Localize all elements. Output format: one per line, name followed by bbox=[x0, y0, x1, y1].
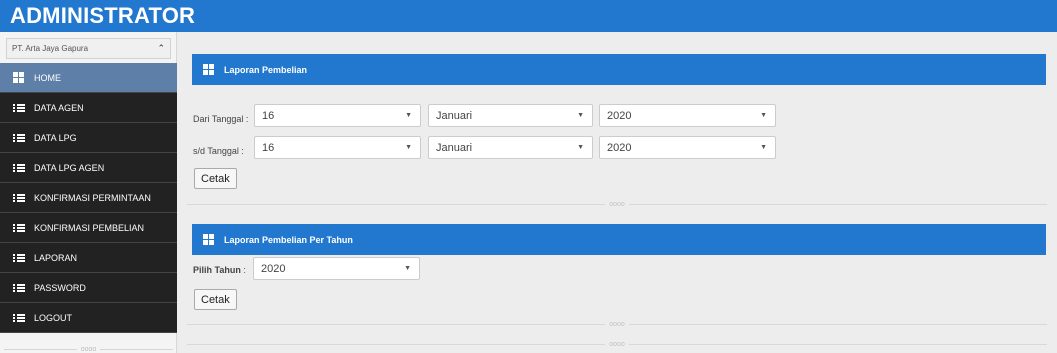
sidebar-item-label: DATA LPG bbox=[34, 132, 77, 143]
list-icon bbox=[13, 162, 25, 174]
sidebar-item-data-agen[interactable]: DATA AGEN bbox=[0, 93, 177, 123]
sidebar: PT. Arta Jaya Gapura ⌃ HOME DATA AGEN DA… bbox=[0, 32, 177, 353]
panel-header-laporan-pembelian: Laporan Pembelian bbox=[192, 54, 1046, 85]
sidebar-item-label: DATA AGEN bbox=[34, 102, 84, 113]
sidebar-item-label: KONFIRMASI PEMBELIAN bbox=[34, 222, 145, 233]
sidebar-item-label: HOME bbox=[34, 72, 61, 83]
sidebar-menu: HOME DATA AGEN DATA LPG DATA LPG AGEN KO… bbox=[0, 63, 177, 333]
print-year-button[interactable]: Cetak bbox=[194, 289, 237, 310]
sidebar-item-data-lpg[interactable]: DATA LPG bbox=[0, 123, 177, 153]
grid-icon bbox=[13, 71, 25, 84]
app-title: ADMINISTRATOR bbox=[10, 3, 196, 28]
from-date-label: Dari Tanggal : bbox=[193, 114, 249, 124]
list-icon bbox=[13, 192, 25, 204]
dropdown-arrow-icon: ▼ bbox=[577, 144, 584, 151]
from-year-select[interactable]: 2020 ▼ bbox=[599, 104, 776, 127]
sidebar-item-data-lpg-agen[interactable]: DATA LPG AGEN bbox=[0, 153, 177, 183]
to-year-select[interactable]: 2020 ▼ bbox=[599, 136, 776, 159]
panel-title: Laporan Pembelian bbox=[224, 64, 308, 75]
sidebar-item-laporan[interactable]: LAPORAN bbox=[0, 243, 177, 273]
panel-title: Laporan Pembelian Per Tahun bbox=[224, 234, 353, 245]
year-label: Pilih Tahun : bbox=[193, 265, 246, 275]
section-divider: oooo bbox=[177, 341, 1057, 348]
sidebar-item-home[interactable]: HOME bbox=[0, 63, 177, 93]
to-date-label: s/d Tanggal : bbox=[193, 146, 244, 156]
list-icon bbox=[13, 132, 25, 144]
list-icon bbox=[13, 312, 25, 324]
sidebar-item-label: DATA LPG AGEN bbox=[34, 162, 105, 173]
grid-icon bbox=[203, 63, 215, 76]
chevron-up-icon[interactable]: ⌃ bbox=[157, 43, 165, 54]
top-bar: ADMINISTRATOR bbox=[0, 0, 1057, 32]
dropdown-arrow-icon: ▼ bbox=[405, 112, 412, 119]
sidebar-item-logout[interactable]: LOGOUT bbox=[0, 303, 177, 333]
company-name: PT. Arta Jaya Gapura bbox=[12, 44, 89, 53]
year-select[interactable]: 2020 ▼ bbox=[253, 257, 420, 280]
dropdown-arrow-icon: ▼ bbox=[760, 112, 767, 119]
print-button[interactable]: Cetak bbox=[194, 168, 237, 189]
dropdown-arrow-icon: ▼ bbox=[404, 265, 411, 272]
dropdown-arrow-icon: ▼ bbox=[577, 112, 584, 119]
from-day-select[interactable]: 16 ▼ bbox=[254, 104, 421, 127]
to-month-select[interactable]: Januari ▼ bbox=[428, 136, 593, 159]
sidebar-item-konfirmasi-permintaan[interactable]: KONFIRMASI PERMINTAAN bbox=[0, 183, 177, 213]
from-month-select[interactable]: Januari ▼ bbox=[428, 104, 593, 127]
sidebar-item-password[interactable]: PASSWORD bbox=[0, 273, 177, 303]
to-day-select[interactable]: 16 ▼ bbox=[254, 136, 421, 159]
sidebar-item-label: PASSWORD bbox=[34, 282, 86, 293]
section-divider: oooo bbox=[177, 201, 1057, 208]
list-icon bbox=[13, 102, 25, 114]
panel-header-laporan-per-tahun: Laporan Pembelian Per Tahun bbox=[192, 224, 1046, 255]
list-icon bbox=[13, 252, 25, 264]
grid-icon bbox=[203, 233, 215, 246]
dropdown-arrow-icon: ▼ bbox=[760, 144, 767, 151]
company-selector[interactable]: PT. Arta Jaya Gapura ⌃ bbox=[6, 38, 171, 59]
sidebar-item-label: KONFIRMASI PERMINTAAN bbox=[34, 192, 151, 203]
list-icon bbox=[13, 282, 25, 294]
sidebar-divider: oooo bbox=[0, 346, 177, 353]
list-icon bbox=[13, 222, 25, 234]
sidebar-item-label: LAPORAN bbox=[34, 252, 78, 263]
sidebar-item-label: LOGOUT bbox=[34, 312, 73, 323]
dropdown-arrow-icon: ▼ bbox=[405, 144, 412, 151]
sidebar-item-konfirmasi-pembelian[interactable]: KONFIRMASI PEMBELIAN bbox=[0, 213, 177, 243]
section-divider: oooo bbox=[177, 321, 1057, 328]
